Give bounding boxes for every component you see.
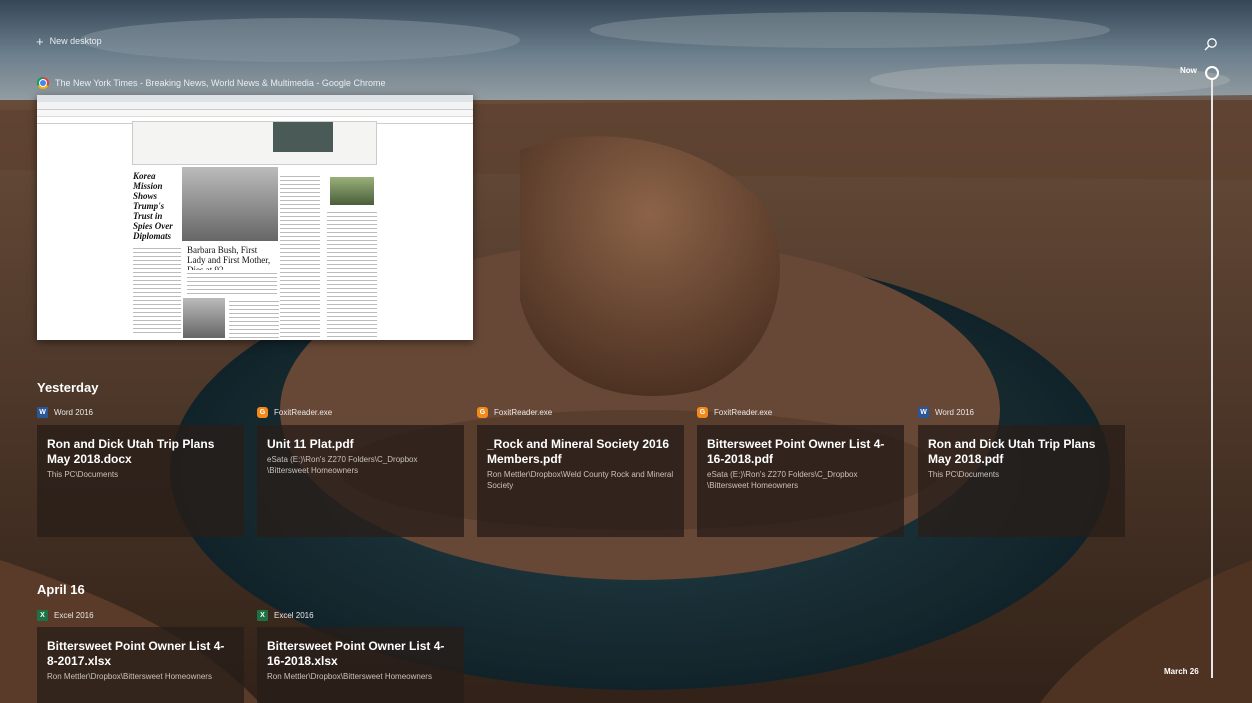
page-column xyxy=(133,245,181,335)
browser-address-bar xyxy=(37,102,473,110)
new-desktop-label: New desktop xyxy=(49,36,102,46)
card-app-label: G FoxitReader.exe xyxy=(257,407,332,418)
activity-card[interactable]: Bittersweet Point Owner List 4-16-2018.p… xyxy=(697,425,904,537)
card-app-label: W Word 2016 xyxy=(37,407,93,418)
card-app-label: W Word 2016 xyxy=(918,407,974,418)
foxit-icon: G xyxy=(697,407,708,418)
card-path: This PC\Documents xyxy=(47,470,119,479)
card-title: Bittersweet Point Owner List 4-8-2017.xl… xyxy=(47,639,225,668)
page-headline: Korea Mission Shows Trump's Trust in Spi… xyxy=(133,171,173,241)
word-icon: W xyxy=(37,407,48,418)
excel-icon: X xyxy=(257,610,268,621)
card-title: Ron and Dick Utah Trip Plans May 2018.do… xyxy=(47,437,215,466)
activity-card[interactable]: Bittersweet Point Owner List 4-8-2017.xl… xyxy=(37,627,244,703)
new-desktop-button[interactable]: + New desktop xyxy=(36,33,102,49)
foxit-icon: G xyxy=(257,407,268,418)
card-app-label: G FoxitReader.exe xyxy=(697,407,772,418)
active-window-title: The New York Times - Breaking News, Worl… xyxy=(37,77,385,89)
card-title: _Rock and Mineral Society 2016 Members.p… xyxy=(487,437,670,466)
foxit-icon: G xyxy=(477,407,488,418)
section-title: April 16 xyxy=(37,582,85,597)
card-path: eSata (E:)\Ron's Z270 Folders\C_Dropbox … xyxy=(707,470,858,490)
excel-icon: X xyxy=(37,610,48,621)
timeline-scrollbar[interactable] xyxy=(1211,78,1213,678)
page-photo xyxy=(182,167,278,241)
section-title: Yesterday xyxy=(37,380,99,395)
page-column xyxy=(187,270,277,295)
page-column xyxy=(229,298,279,338)
page-column xyxy=(327,209,377,337)
word-icon: W xyxy=(918,407,929,418)
activity-card[interactable]: _Rock and Mineral Society 2016 Members.p… xyxy=(477,425,684,537)
card-app-label: X Excel 2016 xyxy=(37,610,94,621)
browser-bookmarks-bar xyxy=(37,110,473,117)
page-photo xyxy=(330,177,374,205)
browser-tab-strip xyxy=(37,95,473,102)
timeline-knob[interactable] xyxy=(1205,66,1219,80)
window-thumbnail[interactable]: Korea Mission Shows Trump's Trust in Spi… xyxy=(37,95,473,340)
activity-card[interactable]: Unit 11 Plat.pdf eSata (E:)\Ron's Z270 F… xyxy=(257,425,464,537)
timeline-date-label: March 26 xyxy=(1164,667,1199,676)
chrome-icon xyxy=(37,77,49,89)
card-app-label: X Excel 2016 xyxy=(257,610,314,621)
activity-card[interactable]: Bittersweet Point Owner List 4-16-2018.x… xyxy=(257,627,464,703)
card-path: This PC\Documents xyxy=(928,470,1000,479)
search-icon[interactable] xyxy=(1204,37,1218,51)
card-path: Ron Mettler\Dropbox\Bittersweet Homeowne… xyxy=(47,672,212,681)
page-photo xyxy=(183,298,225,338)
activity-card[interactable]: Ron and Dick Utah Trip Plans May 2018.pd… xyxy=(918,425,1125,537)
plus-icon: + xyxy=(36,33,44,49)
page-ad-banner xyxy=(132,121,377,165)
card-path: eSata (E:)\Ron's Z270 Folders\C_Dropbox … xyxy=(267,455,418,475)
page-column xyxy=(280,173,320,338)
card-title: Unit 11 Plat.pdf xyxy=(267,437,354,451)
card-app-label: G FoxitReader.exe xyxy=(477,407,552,418)
card-path: Ron Mettler\Dropbox\Weld County Rock and… xyxy=(487,470,674,490)
window-title-text: The New York Times - Breaking News, Worl… xyxy=(55,78,386,88)
activity-card[interactable]: Ron and Dick Utah Trip Plans May 2018.do… xyxy=(37,425,244,537)
card-title: Bittersweet Point Owner List 4-16-2018.x… xyxy=(267,639,445,668)
card-title: Bittersweet Point Owner List 4-16-2018.p… xyxy=(707,437,885,466)
card-path: Ron Mettler\Dropbox\Bittersweet Homeowne… xyxy=(267,672,432,681)
timeline-now-label: Now xyxy=(1180,66,1197,75)
card-title: Ron and Dick Utah Trip Plans May 2018.pd… xyxy=(928,437,1096,466)
